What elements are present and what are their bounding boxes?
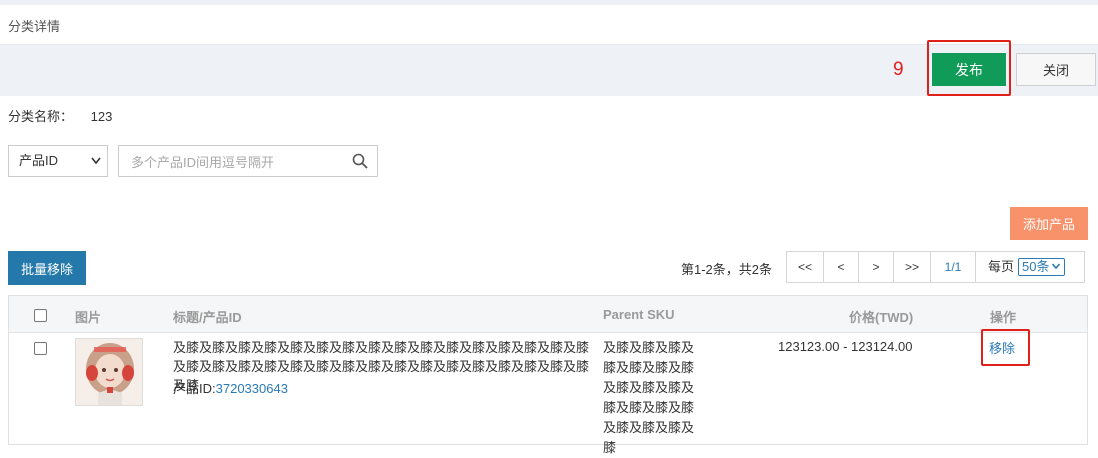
header-title: 标题/产品ID xyxy=(173,310,242,325)
header-image: 图片 xyxy=(75,310,102,325)
header-action: 操作 xyxy=(990,310,1017,325)
prev-page-button[interactable]: < xyxy=(824,252,859,282)
batch-remove-button[interactable]: 批量移除 xyxy=(8,251,86,285)
product-id-search xyxy=(118,145,378,177)
header-price: 价格(TWD) xyxy=(849,310,914,325)
product-id-link[interactable]: 3720330643 xyxy=(216,381,288,396)
first-page-button[interactable]: << xyxy=(787,252,824,282)
product-id-line: 产品ID:3720330643 xyxy=(173,378,288,397)
per-page-select[interactable]: 50条 xyxy=(1018,258,1066,276)
table-header: 图片 标题/产品ID Parent SKU 价格(TWD) 操作 xyxy=(9,296,1087,333)
product-id-label: 产品ID: xyxy=(173,381,216,396)
category-name-label: 分类名称： xyxy=(8,109,74,124)
page-title: 分类详情 xyxy=(8,19,61,34)
header-parent-sku: Parent SKU xyxy=(603,307,675,322)
search-type-value: 产品ID xyxy=(19,153,59,168)
next-page-button[interactable]: > xyxy=(859,252,894,282)
row-checkbox[interactable] xyxy=(34,342,47,355)
per-page-label: 每页 xyxy=(988,259,1015,274)
top-strip xyxy=(0,0,1098,5)
step-number-annotation: 9 xyxy=(893,59,904,80)
chevron-down-icon xyxy=(91,146,101,189)
product-table: 图片 标题/产品ID Parent SKU 价格(TWD) 操作 及膝及膝及膝及… xyxy=(8,295,1088,455)
category-name-value: 123 xyxy=(90,109,113,124)
add-product-button[interactable]: 添加产品 xyxy=(1010,207,1088,240)
last-page-button[interactable]: >> xyxy=(894,252,931,282)
chevron-down-icon xyxy=(1052,263,1061,270)
per-page-control: 每页 50条 xyxy=(976,252,1084,282)
price-range: 123123.00 - 123124.00 xyxy=(778,339,913,354)
parent-sku: 及膝及膝及膝及膝及膝及膝及膝及膝及膝及膝及膝及膝及膝及膝及膝及膝及膝及膝 xyxy=(603,340,695,455)
select-all-checkbox[interactable] xyxy=(34,309,47,322)
per-page-value: 50条 xyxy=(1022,259,1050,274)
category-name-row: 分类名称： 123 xyxy=(8,106,112,125)
search-input[interactable] xyxy=(129,147,353,177)
pagination: << < > >> 1/1 每页 50条 xyxy=(786,251,1085,283)
remove-highlight-box xyxy=(981,329,1030,366)
pagination-summary: 第1-2条，共2条 xyxy=(681,262,773,277)
publish-button[interactable]: 发布 xyxy=(932,53,1006,86)
current-page-indicator: 1/1 xyxy=(931,252,976,282)
search-icon[interactable] xyxy=(352,153,368,172)
product-thumbnail xyxy=(75,338,143,406)
close-button[interactable]: 关闭 xyxy=(1016,53,1096,86)
search-type-select[interactable]: 产品ID xyxy=(8,145,108,177)
